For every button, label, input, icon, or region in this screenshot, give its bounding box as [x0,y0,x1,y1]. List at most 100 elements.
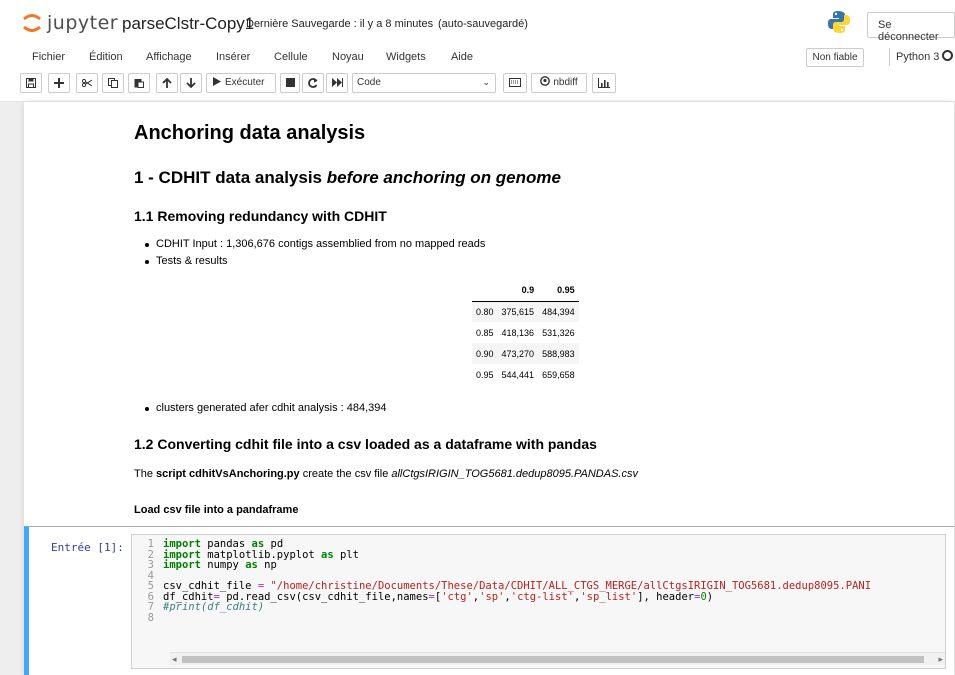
table-row: 0.85 418,136 531,326 [472,322,579,343]
logout-button[interactable]: Se déconnecter [867,12,955,43]
kernel-separator [889,48,890,66]
paste-button[interactable] [128,73,150,93]
table-cell: 659,658 [542,369,575,380]
desc-script-name: script cdhitVsAnchoring.py [156,468,300,480]
restart-button[interactable] [302,73,324,93]
horizontal-scrollbar[interactable]: ◂ ▸ [170,652,945,665]
kernel-name: Python 3 [896,51,940,63]
copy-button[interactable] [102,73,124,93]
notebook-container: Anchoring data analysis 1 - CDHIT data a… [24,102,954,675]
heading-2: 1 - CDHIT data analysis before anchoring… [134,168,561,188]
run-label: Exécuter [225,77,265,88]
table-row: 0.90 473,270 588,983 [472,343,579,364]
code-line: import pandas as pd [163,538,284,550]
heading-3-converting-cdhit: 1.2 Converting cdhit file into a csv loa… [134,436,597,452]
menu-fichier[interactable]: Fichier [32,51,65,63]
jupyter-logo-text: jupyter [47,12,119,34]
code-line: df_cdhit= pd.read_csv(csv_cdhit_file,nam… [163,590,714,603]
desc-middle: create the csv file [299,468,392,480]
desc-prefix: The [134,468,157,480]
cut-icon [82,78,92,88]
scrollbar-thumb[interactable] [182,656,924,663]
trust-indicator[interactable]: Non fiable [806,48,864,67]
nbdiff-label: nbdiff [553,77,578,88]
heading-2-italic: before anchoring on genome [326,168,561,187]
interrupt-button[interactable] [280,73,300,93]
menubar: Fichier Édition Affichage Insérer Cellul… [0,44,955,70]
line-number: 3 [147,559,154,571]
line-number: 1 [147,538,154,550]
fast-forward-icon [331,78,343,87]
heading-1: Anchoring data analysis [134,122,366,144]
bullet-list-clusters: clusters generated afer cdhit analysis :… [134,402,387,419]
desc-csv-filename: allCtgsIRIGIN_TOG5681.dedup8095.PANDAS.c… [391,468,638,480]
chevron-down-icon: ⌄ [482,77,490,87]
menu-affichage[interactable]: Affichage [146,51,192,63]
menu-edition[interactable]: Édition [89,51,123,63]
line-number: 5 [147,580,154,592]
menu-aide[interactable]: Aide [451,51,473,63]
table-cell: 0.90 [472,343,498,364]
save-icon [26,78,36,88]
menu-noyau[interactable]: Noyau [332,51,364,63]
menu-cellule[interactable]: Cellule [274,51,308,63]
restart-icon [308,78,318,88]
move-up-button[interactable] [156,73,178,93]
table-cell: 473,270 [497,343,539,364]
table-cell: 484,394 [538,301,579,322]
input-prompt: Entrée [1]: [51,541,124,554]
list-item: clusters generated afer cdhit analysis :… [134,402,387,419]
restart-run-all-button[interactable] [326,73,348,93]
notebook-title[interactable]: parseClstr-Copy1 [122,14,254,34]
cut-button[interactable] [76,73,98,93]
code-content[interactable]: import pandas as pd import matplotlib.pyp… [163,539,871,623]
description-text: The script cdhitVsAnchoring.py create th… [134,468,638,480]
notebook-header: jupyter parseClstr-Copy1 Dernière Sauveg… [0,0,955,102]
table-header: 0.95 [538,280,579,302]
table-cell: 531,326 [542,327,575,338]
command-palette-button[interactable] [503,73,527,93]
table-row: 0.80 375,615 484,394 [472,301,579,322]
autosave-status: (auto-sauvegardé) [438,18,528,30]
save-button[interactable] [20,73,42,93]
chart-button[interactable] [592,73,616,93]
code-line: import numpy as np [163,559,277,571]
list-item: Tests & results [134,255,485,272]
table-cell: 588,983 [538,343,579,364]
table-cell: 375,615 [497,301,539,322]
list-item: CDHIT Input : 1,306,676 contigs assembli… [134,238,485,255]
github-icon [540,76,551,86]
code-line: #print(df_cdhit) [163,601,265,613]
scroll-left-icon[interactable]: ◂ [172,654,177,665]
bullet-list-cdhit: CDHIT Input : 1,306,676 contigs assembli… [134,238,485,272]
scroll-right-icon[interactable]: ▸ [938,654,943,665]
code-editor[interactable]: 12345678 import pandas as pd import matpl… [131,534,946,669]
table-cell: 418,136 [501,327,535,338]
jupyter-arc-icon [23,14,41,32]
cell-type-select[interactable]: Code ⌄ [352,73,496,93]
arrow-up-icon [162,78,172,88]
code-cell[interactable]: Entrée [1]: 12345678 import pandas as pd… [24,526,954,675]
copy-icon [108,78,118,88]
code-line: ​ [163,613,871,624]
plus-icon [54,78,64,88]
results-table: 0.9 0.95 0.80 375,615 484,394 0.85 418,1… [472,280,579,385]
jupyter-logo[interactable]: jupyter [22,10,122,36]
stop-icon [285,78,295,87]
nbdiff-button[interactable]: nbdiff [531,73,587,93]
play-icon [213,77,221,86]
insert-cell-button[interactable] [48,73,70,93]
arrow-down-icon [186,78,196,88]
line-number: 7 [147,601,154,613]
python-logo-icon [828,11,850,33]
menu-widgets[interactable]: Widgets [386,51,426,63]
table-row: 0.95 544,441 659,658 [472,364,579,385]
table-cell: 0.95 [476,369,494,380]
chart-bar-icon [598,78,610,88]
move-down-button[interactable] [180,73,202,93]
table-header-row: 0.9 0.95 [472,280,579,302]
menu-inserer[interactable]: Insérer [216,51,250,63]
cell-type-value: Code [357,77,381,88]
kernel-idle-icon [942,50,953,61]
run-button[interactable]: Exécuter [206,73,276,93]
